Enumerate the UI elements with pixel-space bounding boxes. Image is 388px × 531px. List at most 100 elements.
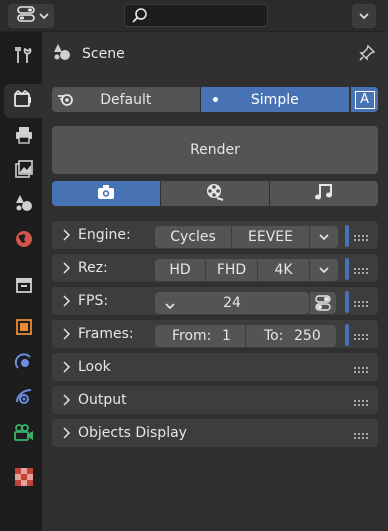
tab-physics[interactable] <box>6 382 42 416</box>
rez-dropdown-button[interactable] <box>310 259 338 281</box>
drag-handle-icon[interactable] <box>354 264 370 280</box>
collection-icon <box>14 275 34 299</box>
properties-editor-icon <box>17 6 35 26</box>
context-header: Scene <box>52 42 378 66</box>
engine-label: Engine: <box>78 227 131 243</box>
rez-option-hd[interactable]: HD <box>155 259 205 281</box>
scene-icon <box>14 193 34 217</box>
output-panel[interactable]: Output <box>52 386 378 414</box>
top-bar <box>0 0 388 32</box>
mode-switcher: Default Simple A <box>52 87 379 112</box>
view-layer-icon <box>14 159 34 183</box>
search-field[interactable] <box>124 4 268 27</box>
from-value: 1 <box>222 328 231 344</box>
tab-tool[interactable] <box>6 40 42 74</box>
tab-render[interactable] <box>4 84 42 118</box>
world-icon <box>14 229 34 253</box>
rez-label: Rez: <box>78 260 108 276</box>
tab-view-layer[interactable] <box>6 154 42 188</box>
default-mode-label: Default <box>100 91 152 108</box>
engine-dropdown-button[interactable] <box>310 226 338 248</box>
chevron-down-icon <box>358 8 370 24</box>
toggle-icon <box>315 295 331 315</box>
simple-mode-label: Simple <box>250 91 299 108</box>
chevron-down-icon <box>39 8 49 24</box>
tab-texture[interactable] <box>6 462 42 496</box>
output-label: Output <box>78 392 127 408</box>
tool-icon <box>14 45 34 69</box>
output-icon <box>14 126 34 148</box>
to-value: 250 <box>294 328 321 344</box>
a-toggle-button[interactable]: A <box>351 87 379 112</box>
chevron-right-icon <box>62 229 71 245</box>
drag-handle-icon[interactable] <box>354 297 370 313</box>
properties-panel: Scene Default Simple A Render Engine: Cy… <box>42 32 388 531</box>
default-mode-button[interactable]: Default <box>52 87 200 112</box>
rez-option-fhd[interactable]: FHD <box>206 259 257 281</box>
drag-handle-icon[interactable] <box>354 231 370 247</box>
physics-icon <box>14 387 34 411</box>
object-icon <box>14 317 34 341</box>
drag-handle-icon[interactable] <box>354 396 370 412</box>
render-type-tabs <box>52 181 378 206</box>
look-panel[interactable]: Look <box>52 353 378 381</box>
fps-panel[interactable]: FPS: 24 <box>52 287 378 315</box>
chevron-down-icon <box>318 229 330 245</box>
tab-audio[interactable] <box>270 181 378 206</box>
tab-collection[interactable] <box>6 270 42 304</box>
frames-panel[interactable]: Frames: From: 1 To: 250 <box>52 320 378 348</box>
camera-icon <box>97 184 115 204</box>
fps-preset-toggle[interactable] <box>310 292 336 314</box>
search-input[interactable] <box>153 7 263 24</box>
chevron-right-icon <box>62 427 71 443</box>
drag-handle-icon[interactable] <box>354 330 370 346</box>
drag-handle-icon[interactable] <box>354 363 370 379</box>
rez-option-4k[interactable]: 4K <box>258 259 309 281</box>
camera-data-icon <box>13 423 35 447</box>
accent-bar <box>345 225 349 247</box>
pin-icon[interactable] <box>358 44 376 66</box>
selected-dot-icon <box>212 97 218 102</box>
drag-handle-icon[interactable] <box>354 429 370 445</box>
tab-image[interactable] <box>52 181 160 206</box>
options-dropdown-button[interactable] <box>352 4 376 28</box>
tab-object[interactable] <box>6 312 42 346</box>
objects-display-panel[interactable]: Objects Display <box>52 419 378 447</box>
look-label: Look <box>78 359 111 375</box>
simple-mode-button[interactable]: Simple <box>200 87 350 112</box>
objects-display-label: Objects Display <box>78 425 187 441</box>
editor-type-button[interactable] <box>8 4 54 28</box>
blender-logo-icon <box>56 91 76 111</box>
rez-panel[interactable]: Rez: HD FHD 4K <box>52 254 378 282</box>
fps-label: FPS: <box>78 293 109 309</box>
context-title: Scene <box>82 46 125 62</box>
chevron-right-icon <box>62 295 71 311</box>
properties-tab-bar <box>0 32 42 531</box>
frame-end-field[interactable]: To: 250 <box>246 325 336 347</box>
film-reel-icon <box>205 182 225 206</box>
tab-camera-data[interactable] <box>6 418 42 452</box>
search-icon <box>131 7 149 29</box>
chevron-right-icon <box>62 328 71 344</box>
music-note-icon <box>314 183 334 205</box>
tab-scene[interactable] <box>6 188 42 222</box>
tab-animation[interactable] <box>161 181 269 206</box>
chevron-right-icon <box>62 361 71 377</box>
tab-output[interactable] <box>6 120 42 154</box>
fps-field[interactable]: 24 <box>155 292 309 314</box>
frame-start-field[interactable]: From: 1 <box>155 325 245 347</box>
a-label: A <box>354 90 375 109</box>
accent-bar <box>345 258 349 280</box>
chevron-down-icon <box>318 262 330 278</box>
to-label: To: <box>264 328 284 344</box>
rez-selector: HD FHD 4K <box>155 259 338 281</box>
tab-world[interactable] <box>6 224 42 258</box>
engine-panel[interactable]: Engine: Cycles EEVEE <box>52 221 378 249</box>
from-label: From: <box>172 328 212 344</box>
chevron-right-icon <box>62 394 71 410</box>
engine-option-cycles[interactable]: Cycles <box>155 226 231 248</box>
render-button[interactable]: Render <box>52 126 378 174</box>
tab-modifier[interactable] <box>6 348 42 382</box>
texture-icon <box>15 468 33 490</box>
engine-option-eevee[interactable]: EEVEE <box>232 226 309 248</box>
